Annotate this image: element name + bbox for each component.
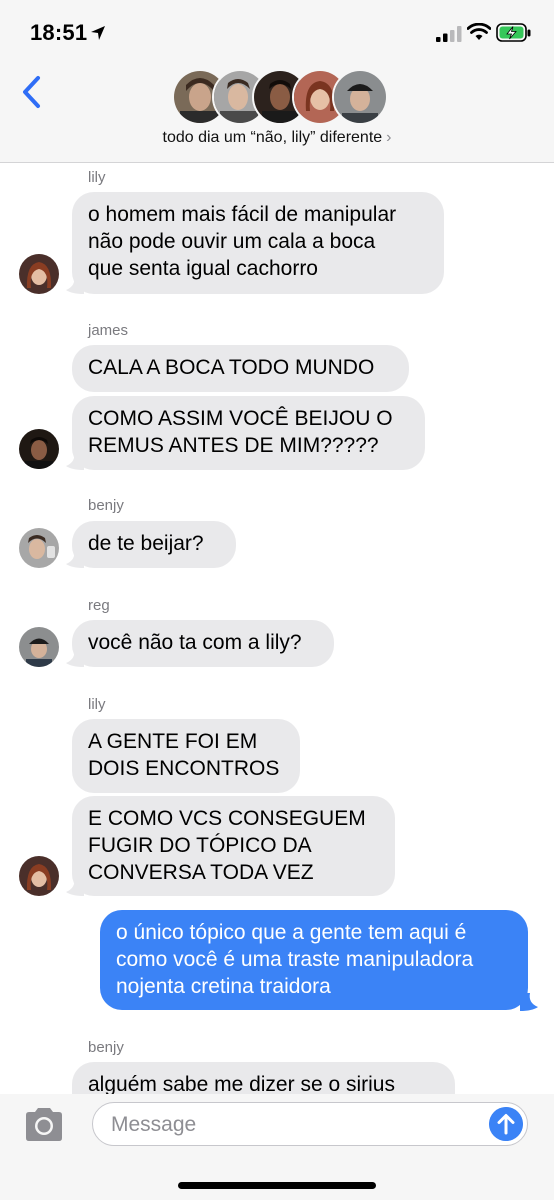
message-bubble[interactable]: A GENTE FOI EM DOIS ENCONTROS [72, 719, 300, 793]
cellular-signal-icon [436, 26, 462, 42]
sender-name: lily [88, 169, 106, 186]
arrow-up-icon[interactable] [489, 1107, 523, 1141]
chevron-left-icon[interactable] [18, 74, 48, 110]
group-title[interactable]: todo dia um “não, lily” diferente › [0, 129, 554, 147]
message-bubble[interactable]: COMO ASSIM VOCÊ BEIJOU O REMUS ANTES DE … [72, 396, 425, 470]
group-avatars[interactable] [172, 69, 388, 125]
compose-bar: Message [0, 1094, 554, 1200]
avatar-benjy [19, 528, 59, 568]
message-bubble[interactable]: o homem mais fácil de manipular não pode… [72, 192, 444, 294]
message-placeholder: Message [111, 1113, 197, 1136]
avatar-lily [19, 856, 59, 896]
sent-message-bubble[interactable]: o único tópico que a gente tem aqui é co… [100, 910, 528, 1010]
battery-charging-icon [496, 23, 531, 42]
group-avatar [332, 69, 388, 125]
sender-name: reg [88, 597, 110, 614]
bubble-tail [66, 878, 84, 896]
message-bubble[interactable]: de te beijar? [72, 521, 236, 568]
avatar-lily [19, 254, 59, 294]
message-bubble[interactable]: você não ta com a lily? [72, 620, 334, 667]
message-bubble[interactable]: CALA A BOCA TODO MUNDO [72, 345, 409, 392]
sender-name: benjy [88, 1039, 124, 1056]
bubble-tail [66, 649, 84, 667]
group-name: todo dia um “não, lily” diferente [162, 129, 383, 146]
bubble-tail [520, 993, 538, 1011]
message-input[interactable]: Message [92, 1102, 528, 1146]
status-time: 18:51 [30, 20, 88, 45]
avatar-reg [19, 627, 59, 667]
location-arrow-icon [91, 26, 105, 40]
wifi-icon [467, 23, 491, 40]
home-indicator[interactable] [178, 1182, 376, 1189]
sender-name: james [88, 322, 129, 339]
status-bar: 18:51 [0, 0, 554, 62]
bubble-tail [66, 276, 84, 294]
avatar-james [19, 429, 59, 469]
sender-name: benjy [88, 497, 124, 514]
sender-name: lily [88, 696, 106, 713]
chevron-right-icon: › [386, 129, 392, 146]
conversation-header: todo dia um “não, lily” diferente › [0, 62, 554, 163]
bubble-tail [66, 550, 84, 568]
bubble-tail [66, 452, 84, 470]
message-bubble[interactable]: E COMO VCS CONSEGUEM FUGIR DO TÓPICO DA … [72, 796, 395, 896]
camera-icon[interactable] [22, 1106, 66, 1144]
